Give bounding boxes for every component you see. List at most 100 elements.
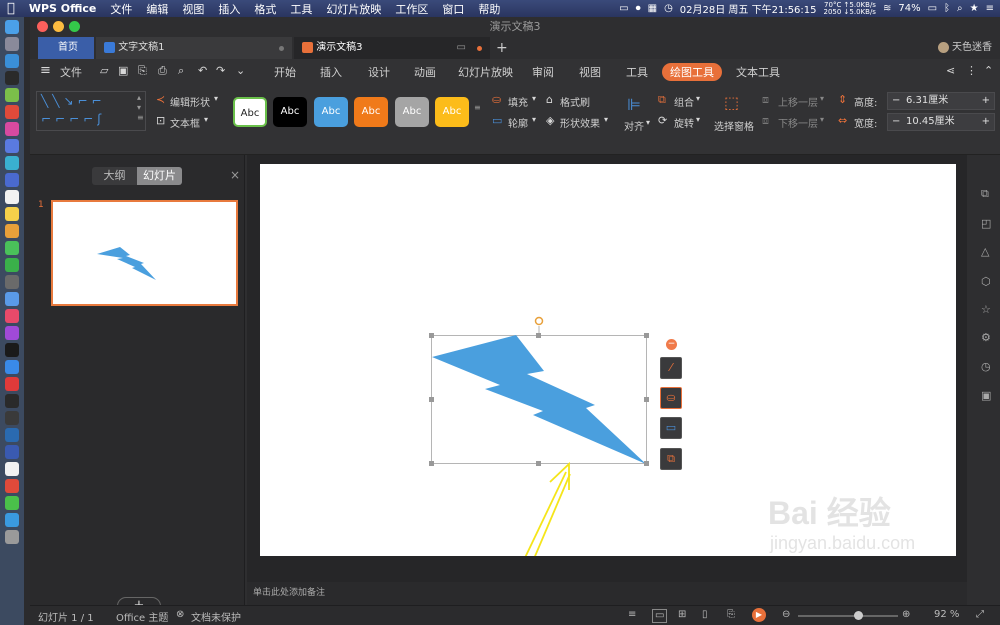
width-decrement-button[interactable]: − (892, 114, 900, 130)
group-button[interactable]: 组合 (674, 94, 694, 109)
menu-window[interactable]: 窗口 (435, 1, 471, 17)
app-icon-8[interactable] (5, 139, 19, 153)
outline-tab[interactable]: 大纲 (92, 167, 137, 185)
menu-help[interactable]: 帮助 (471, 1, 507, 17)
edit-shape-dropdown-icon[interactable]: ▾ (214, 94, 218, 103)
shape-effects-button[interactable]: 形状效果 (560, 115, 600, 130)
app-icon-24[interactable] (5, 411, 19, 425)
yandex-icon[interactable] (5, 462, 19, 476)
tab-text-tools[interactable]: 文本工具 (736, 64, 780, 80)
clock-datetime[interactable]: 02月28日 周五 下午21:56:15 (680, 1, 817, 16)
app-icon-9[interactable] (5, 156, 19, 170)
apple-tv-icon[interactable] (5, 343, 19, 357)
edit-shape-button[interactable]: 编辑形状 (170, 94, 210, 109)
sidebar-shield-icon[interactable]: ⬡ (981, 275, 991, 288)
zoom-in-button[interactable]: ⊕ (902, 609, 910, 620)
control-center-icon[interactable]: ★ (970, 3, 979, 14)
sidebar-image-icon[interactable]: ▣ (981, 389, 991, 402)
tab-screen-icon[interactable]: ▭ (457, 37, 466, 59)
file-menu[interactable]: 文件 (60, 64, 82, 80)
menu-view[interactable]: 视图 (175, 1, 211, 17)
theme-name[interactable]: Office 主题 (116, 609, 168, 624)
messages-icon[interactable] (5, 241, 19, 255)
zoom-slider[interactable] (798, 611, 898, 620)
calendar-app-icon[interactable] (5, 190, 19, 204)
style-preset-gold[interactable]: Abc (435, 97, 469, 127)
menu-workspace[interactable]: 工作区 (388, 1, 435, 17)
rotate-dropdown-icon[interactable]: ▾ (696, 115, 700, 124)
app-name-menu[interactable]: WPS Office (22, 2, 104, 15)
resize-handle-bottom[interactable] (536, 461, 541, 466)
tab-slideshow[interactable]: 幻灯片放映 (458, 64, 513, 80)
resize-handle-bottom-right[interactable] (644, 461, 649, 466)
rotate-button[interactable]: 旋转 (674, 115, 694, 130)
group-dropdown-icon[interactable]: ▾ (696, 94, 700, 103)
textbox-icon[interactable]: ⊡ (156, 114, 165, 127)
quick-access-dropdown-icon[interactable]: ⌄ (236, 64, 245, 77)
display-icon[interactable]: ▭ (619, 3, 628, 14)
zoom-slider-knob[interactable] (854, 611, 863, 620)
quick-layout-button[interactable]: ⧉ (660, 448, 682, 470)
height-decrement-button[interactable]: − (892, 93, 900, 109)
zoom-level[interactable]: 92 % (934, 609, 959, 620)
width-increment-button[interactable]: + (982, 114, 990, 130)
normal-view-icon[interactable]: ▭ (652, 609, 668, 623)
resize-handle-left[interactable] (429, 397, 434, 402)
sidebar-shape-icon[interactable]: ◰ (981, 217, 991, 230)
menu-slideshow[interactable]: 幻灯片放映 (319, 1, 388, 17)
sidebar-copy-icon[interactable]: ⧉ (981, 187, 989, 201)
slides-tab[interactable]: 幻灯片 (137, 167, 182, 185)
collapse-ribbon-icon[interactable]: ⌃ (984, 64, 993, 77)
shape-effects-icon[interactable]: ◈ (546, 114, 554, 127)
slide-thumbnail[interactable] (51, 200, 238, 306)
hamburger-menu-icon[interactable]: ≡ (40, 63, 51, 78)
outline-dropdown-icon[interactable]: ▾ (532, 115, 536, 124)
resize-handle-right[interactable] (644, 397, 649, 402)
app-store-icon[interactable] (5, 360, 19, 374)
chrome-icon[interactable] (5, 105, 19, 119)
open-icon[interactable]: ▱ (100, 64, 108, 77)
zoom-window-button[interactable] (69, 21, 80, 32)
quick-outline-button[interactable]: ▭ (660, 417, 682, 439)
align-icon[interactable]: ⊫ (627, 95, 641, 114)
notes-pane[interactable]: 单击此处添加备注 (247, 582, 967, 605)
bring-forward-icon[interactable]: ⧈ (762, 93, 769, 107)
tab-presentation[interactable]: 演示文稿3 ▭ (294, 37, 490, 59)
sidebar-history-icon[interactable]: ◷ (981, 360, 991, 373)
selection-pane-icon[interactable]: ⬚ (724, 93, 739, 112)
redo-icon[interactable]: ↷ (216, 64, 225, 77)
slide-sorter-icon[interactable]: ⊞ (678, 609, 686, 620)
protection-status[interactable]: 文档未保护 (191, 609, 241, 624)
app-icon-10[interactable] (5, 173, 19, 187)
save-icon[interactable]: ▣ (118, 64, 128, 77)
tab-animation[interactable]: 动画 (414, 64, 436, 80)
bluetooth-icon[interactable]: ᛒ (944, 3, 950, 14)
style-preset-black[interactable]: Abc (273, 97, 307, 127)
style-preset-blue[interactable]: Abc (314, 97, 348, 127)
tab-drawing-tools[interactable]: 绘图工具 (662, 63, 722, 81)
width-field[interactable]: − 10.45厘米 + (887, 113, 995, 131)
style-gallery-scroll-icon[interactable]: ≡ (474, 103, 481, 112)
app-icon-17[interactable] (5, 292, 19, 306)
app-icon-25[interactable] (5, 428, 19, 442)
calendar-icon[interactable]: ▦ (648, 3, 657, 14)
menu-insert[interactable]: 插入 (211, 1, 247, 17)
quick-toolbar-collapse-icon[interactable]: − (666, 339, 677, 350)
fill-dropdown-icon[interactable]: ▾ (532, 94, 536, 103)
wechat-icon[interactable] (5, 496, 19, 510)
menu-format[interactable]: 格式 (247, 1, 283, 17)
more-options-icon[interactable]: ⋮ (966, 64, 977, 77)
quick-style-brush-button[interactable]: ⁄ (660, 357, 682, 379)
outline-icon[interactable]: ▭ (492, 114, 502, 127)
textbox-dropdown-icon[interactable]: ▾ (204, 115, 208, 124)
menu-file[interactable]: 文件 (103, 1, 139, 17)
group-icon[interactable]: ⧉ (658, 93, 666, 107)
tab-start[interactable]: 开始 (274, 64, 296, 80)
spotlight-icon[interactable]: ⌕ (957, 3, 963, 14)
facetime-icon[interactable] (5, 258, 19, 272)
send-backward-icon[interactable]: ⧈ (762, 114, 769, 128)
sidebar-triangle-icon[interactable]: △ (981, 245, 989, 258)
resize-handle-bottom-left[interactable] (429, 461, 434, 466)
height-value[interactable]: 6.31厘米 (906, 93, 948, 109)
fit-window-icon[interactable]: ⤢ (976, 609, 984, 620)
